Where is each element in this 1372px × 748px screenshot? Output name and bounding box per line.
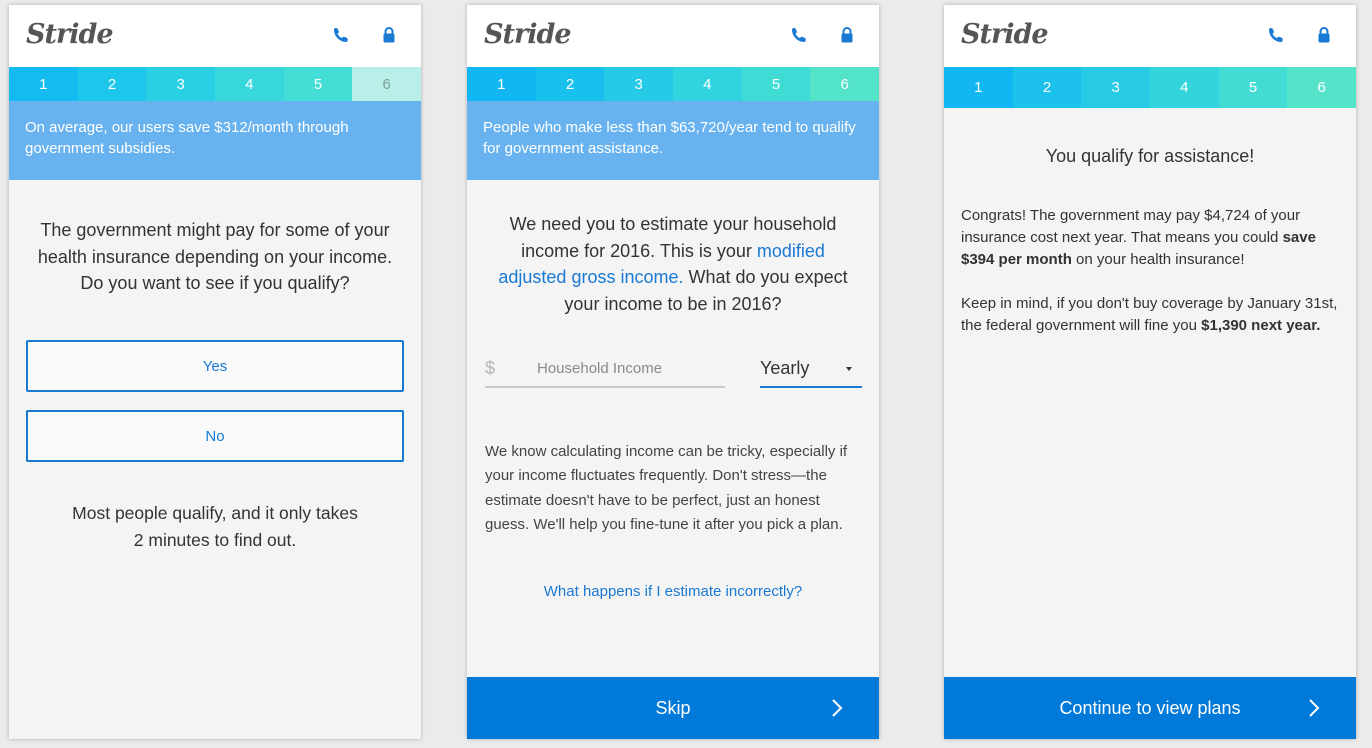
- step-5[interactable]: 5: [1218, 67, 1288, 108]
- step-3[interactable]: 3: [146, 67, 216, 101]
- lock-icon[interactable]: [837, 25, 857, 45]
- qualify-question: The government might pay for some of you…: [37, 220, 393, 293]
- period-select[interactable]: Yearly: [760, 354, 862, 388]
- step-1[interactable]: 1: [467, 67, 536, 101]
- step-1[interactable]: 1: [944, 67, 1013, 108]
- no-button[interactable]: No: [26, 410, 404, 462]
- screen-income-question: Stride 1 2 3 4 5 6 On average, our users…: [9, 5, 421, 739]
- step-5[interactable]: 5: [741, 67, 811, 101]
- step-6[interactable]: 6: [352, 67, 421, 101]
- lock-icon[interactable]: [1314, 25, 1334, 45]
- chevron-right-icon: [1309, 699, 1320, 717]
- step-4[interactable]: 4: [215, 67, 284, 101]
- step-6[interactable]: 6: [810, 67, 879, 101]
- chevron-right-icon: [832, 699, 843, 717]
- savings-text-end: on your health insurance!: [1071, 251, 1245, 268]
- skip-label: Skip: [655, 697, 691, 718]
- qualify-note-line2: 2 minutes to find out.: [133, 529, 297, 550]
- header: Stride: [944, 5, 1356, 67]
- step-2[interactable]: 2: [77, 67, 147, 101]
- phone-icon[interactable]: [789, 25, 809, 45]
- step-6[interactable]: 6: [1287, 67, 1356, 108]
- screen-qualify-result: Stride 1 2 3 4 5 6 You qualify for assis…: [944, 5, 1356, 739]
- income-help-text: We know calculating income can be tricky…: [485, 443, 848, 533]
- step-4[interactable]: 4: [673, 67, 742, 101]
- household-income-placeholder: Household Income: [537, 360, 663, 377]
- stride-logo[interactable]: Stride: [484, 19, 572, 50]
- estimate-faq-link[interactable]: What happens if I estimate incorrectly?: [467, 583, 879, 600]
- savings-banner: On average, our users save $312/month th…: [9, 101, 421, 180]
- caret-down-icon: [846, 367, 852, 371]
- stride-logo[interactable]: Stride: [961, 19, 1049, 50]
- savings-paragraph: Congrats! The government may pay $4,724 …: [961, 205, 1343, 271]
- period-value: Yearly: [760, 358, 810, 378]
- yes-button[interactable]: Yes: [26, 340, 404, 392]
- stride-logo[interactable]: Stride: [26, 19, 114, 50]
- progress-steps: 1 2 3 4 5 6: [467, 67, 879, 101]
- savings-text: Congrats! The government may pay $4,724 …: [961, 207, 1301, 246]
- header: Stride: [467, 5, 879, 67]
- qualify-note: Most people qualify, and it only takes 2…: [27, 500, 403, 553]
- lock-icon[interactable]: [379, 25, 399, 45]
- continue-button[interactable]: Continue to view plans: [944, 677, 1356, 739]
- phone-icon[interactable]: [331, 25, 351, 45]
- step-4[interactable]: 4: [1150, 67, 1219, 108]
- step-5[interactable]: 5: [283, 67, 353, 101]
- household-income-input[interactable]: Household Income: [485, 354, 725, 388]
- skip-button[interactable]: Skip: [467, 677, 879, 739]
- progress-steps: 1 2 3 4 5 6: [944, 67, 1356, 108]
- step-3[interactable]: 3: [604, 67, 674, 101]
- step-2[interactable]: 2: [535, 67, 605, 101]
- qualify-title: You qualify for assistance!: [1045, 146, 1255, 166]
- fine-amount: $1,390 next year.: [1201, 317, 1321, 334]
- continue-label: Continue to view plans: [1059, 697, 1241, 718]
- screen-income-estimate: Stride 1 2 3 4 5 6 People who make less …: [467, 5, 879, 739]
- income-question: We need you to estimate your household i…: [489, 211, 857, 317]
- phone-icon[interactable]: [1266, 25, 1286, 45]
- header: Stride: [9, 5, 421, 67]
- progress-steps: 1 2 3 4 5 6: [9, 67, 421, 101]
- step-2[interactable]: 2: [1012, 67, 1082, 108]
- step-1[interactable]: 1: [9, 67, 78, 101]
- assistance-banner: People who make less than $63,720/year t…: [467, 101, 879, 180]
- fine-paragraph: Keep in mind, if you don't buy coverage …: [961, 293, 1343, 337]
- qualify-note-line1: Most people qualify, and it only takes: [72, 503, 358, 523]
- step-3[interactable]: 3: [1081, 67, 1151, 108]
